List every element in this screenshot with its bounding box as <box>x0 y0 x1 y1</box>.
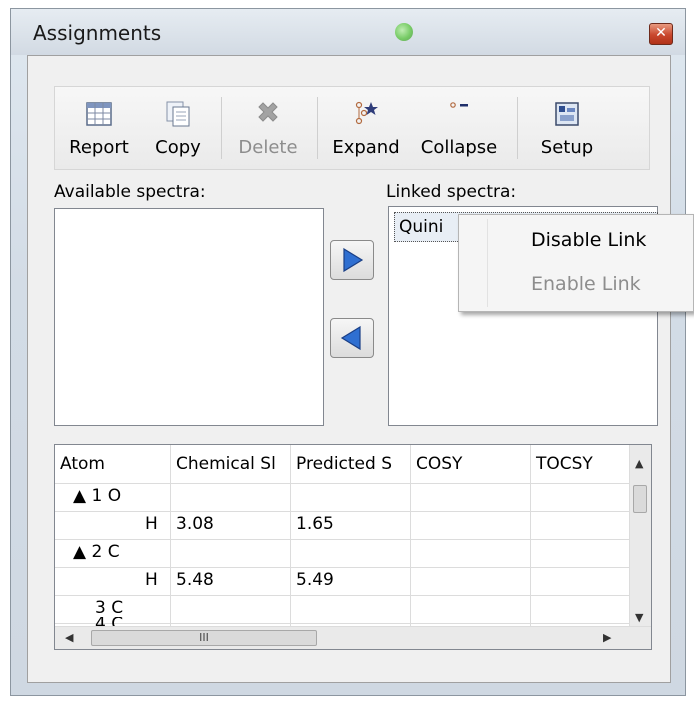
linked-spectra-label: Linked spectra: <box>386 182 517 202</box>
close-button[interactable]: ✕ <box>649 23 673 45</box>
table-row[interactable]: ▲ 2 C <box>55 539 631 568</box>
toolbar-separator <box>317 97 318 159</box>
cosy-cell <box>411 511 531 539</box>
collapse-button[interactable]: Collapse <box>411 91 507 165</box>
scroll-right-icon[interactable]: ▶ <box>603 631 611 644</box>
column-header-cosy[interactable]: COSY <box>411 445 531 483</box>
expand-icon <box>355 101 378 125</box>
delete-button[interactable]: Delete <box>229 91 307 165</box>
predicted-shift-cell: 5.49 <box>291 567 411 595</box>
chemical-shift-cell <box>171 483 291 511</box>
table-row[interactable]: ▲ 1 O <box>55 483 631 512</box>
tocsy-cell <box>531 539 631 567</box>
dialog-body: Report Copy Delete Expand Collapse Setup… <box>27 55 671 683</box>
chemical-shift-cell: 5.48 <box>171 567 291 595</box>
vertical-scrollbar[interactable]: ▲ ▼ <box>629 445 651 629</box>
copy-button[interactable]: Copy <box>143 91 213 165</box>
setup-label: Setup <box>540 137 594 158</box>
predicted-shift-cell <box>291 539 411 567</box>
column-header-tocsy[interactable]: TOCSY <box>531 445 631 483</box>
window-title: Assignments <box>33 21 162 45</box>
table-header: Atom Chemical Sl Predicted S COSY TOCSY <box>55 445 631 484</box>
column-header-predicted-shift[interactable]: Predicted S <box>291 445 411 483</box>
menu-gutter <box>487 219 488 307</box>
tocsy-cell <box>531 511 631 539</box>
predicted-shift-cell <box>291 483 411 511</box>
cosy-cell <box>411 483 531 511</box>
assignments-table[interactable]: Atom Chemical Sl Predicted S COSY TOCSY … <box>54 444 652 650</box>
assignments-window: Assignments ✕ Report Copy Delete Expand … <box>10 8 686 696</box>
column-header-atom[interactable]: Atom <box>55 445 171 483</box>
link-spectrum-button[interactable] <box>330 240 374 280</box>
atom-cell: ▲ 1 O <box>55 483 171 511</box>
toolbar: Report Copy Delete Expand Collapse Setup <box>54 86 650 170</box>
scroll-down-icon[interactable]: ▼ <box>635 611 643 624</box>
available-spectra-label: Available spectra: <box>54 182 206 202</box>
scroll-left-icon[interactable]: ◀ <box>65 631 73 644</box>
linked-spectrum-context-menu: Disable Link Enable Link <box>458 214 694 312</box>
tocsy-cell <box>531 483 631 511</box>
report-label: Report <box>69 137 129 158</box>
copy-label: Copy <box>155 137 201 158</box>
tocsy-cell <box>531 567 631 595</box>
setup-icon <box>555 102 579 126</box>
expand-button[interactable]: Expand <box>323 91 409 165</box>
predicted-shift-cell: 1.65 <box>291 511 411 539</box>
cosy-cell <box>411 567 531 595</box>
setup-button[interactable]: Setup <box>529 91 605 165</box>
status-indicator-icon <box>395 23 413 41</box>
arrow-left-icon <box>340 325 361 351</box>
collapse-icon <box>450 102 468 108</box>
horizontal-scrollbar[interactable]: ◀ III ▶ <box>55 626 651 649</box>
table-grid-icon <box>86 102 112 126</box>
scroll-up-icon[interactable]: ▲ <box>635 457 643 470</box>
title-bar[interactable]: Assignments ✕ <box>11 9 685 55</box>
atom-cell: ▲ 2 C <box>55 539 171 567</box>
collapse-label: Collapse <box>420 137 498 158</box>
delete-x-icon <box>258 102 278 122</box>
report-button[interactable]: Report <box>59 91 139 165</box>
toolbar-separator <box>221 97 222 159</box>
available-spectra-list[interactable] <box>54 208 324 426</box>
copy-icon <box>166 101 190 127</box>
atom-cell: H <box>55 567 171 595</box>
table-row[interactable]: H 5.48 5.49 <box>55 567 631 596</box>
arrow-right-icon <box>343 247 364 273</box>
delete-label: Delete <box>238 137 298 158</box>
chemical-shift-cell: 3.08 <box>171 511 291 539</box>
vertical-scroll-thumb[interactable] <box>633 485 647 513</box>
toolbar-separator <box>517 97 518 159</box>
cosy-cell <box>411 539 531 567</box>
expand-label: Expand <box>332 137 400 158</box>
disable-link-menu-item[interactable]: Disable Link <box>531 229 646 251</box>
chemical-shift-cell <box>171 539 291 567</box>
enable-link-menu-item[interactable]: Enable Link <box>531 273 641 295</box>
unlink-spectrum-button[interactable] <box>330 318 374 358</box>
table-row[interactable]: H 3.08 1.65 <box>55 511 631 540</box>
horizontal-scroll-thumb[interactable]: III <box>91 630 317 646</box>
column-header-chemical-shift[interactable]: Chemical Sl <box>171 445 291 483</box>
atom-cell: H <box>55 511 171 539</box>
